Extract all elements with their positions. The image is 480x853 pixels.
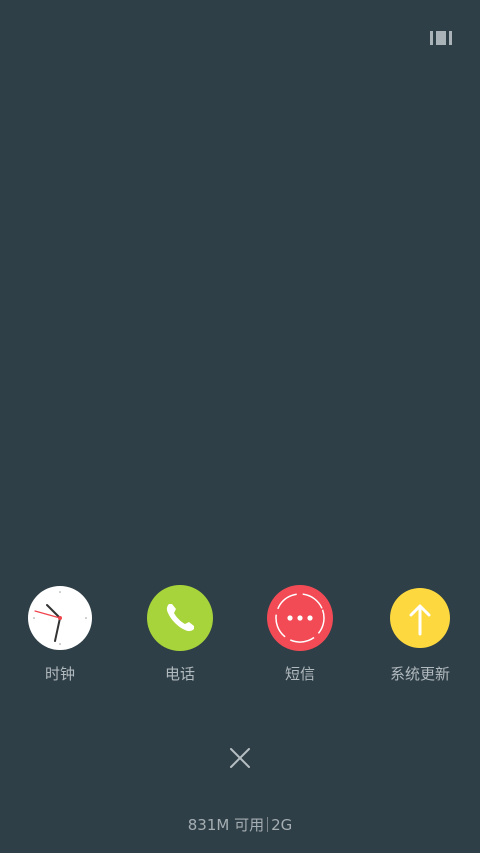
clock-icon [28, 586, 92, 650]
close-icon [230, 748, 250, 768]
recent-apps-icon[interactable] [429, 29, 453, 47]
phone-icon [147, 585, 213, 651]
memory-divider [267, 817, 269, 832]
app-label-message: 短信 [284, 665, 315, 683]
app-message[interactable]: 短信 [240, 584, 360, 694]
update-icon [390, 588, 450, 648]
app-system-update[interactable]: 系统更新 [360, 584, 480, 694]
memory-available: 831M 可用 [187, 816, 265, 834]
memory-status: 831M 可用 2G [0, 814, 480, 836]
memory-total: 2G [271, 816, 293, 834]
app-label-phone: 电话 [164, 665, 195, 683]
message-icon [267, 585, 333, 651]
app-label-clock: 时钟 [44, 665, 75, 683]
app-label-system-update: 系统更新 [389, 665, 450, 683]
app-phone[interactable]: 电话 [120, 584, 240, 694]
close-button[interactable] [220, 738, 260, 778]
app-clock[interactable]: 时钟 [0, 584, 120, 694]
